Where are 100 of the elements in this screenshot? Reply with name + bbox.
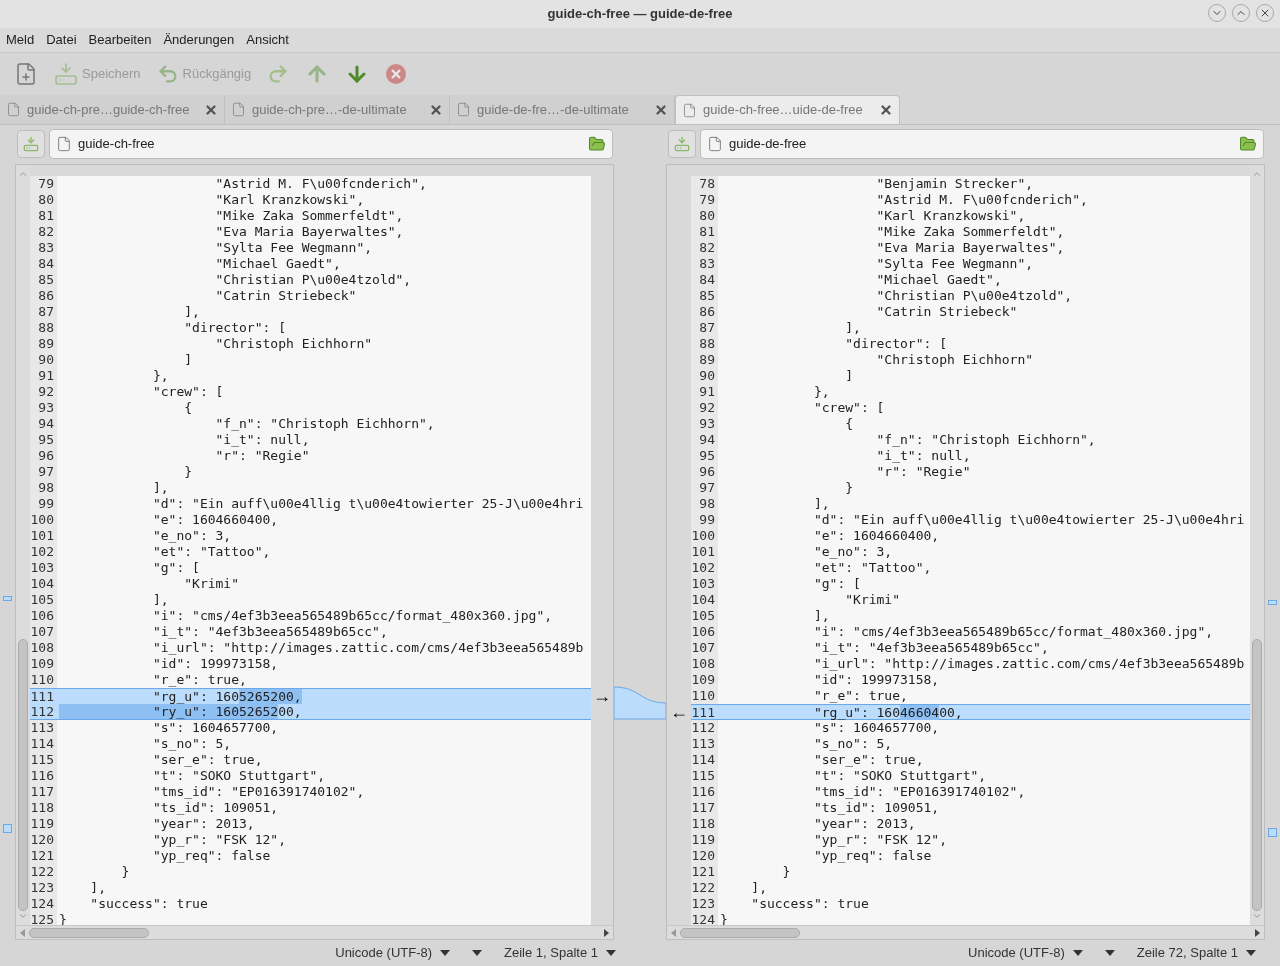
document-icon [707,135,723,152]
line-number: 123 [691,896,718,912]
change-marker[interactable] [1268,828,1277,837]
close-tab-icon[interactable] [879,103,893,117]
code-line: ], [89,880,106,896]
new-file-icon [14,62,38,86]
scroll-down-icon[interactable] [1252,911,1262,921]
line-number: 82 [30,224,57,240]
folder-icon[interactable] [1239,134,1257,153]
line-number: 122 [691,880,718,896]
close-tab-icon[interactable] [429,102,443,117]
code-line: "Christian P\u00e4tzold", [214,272,412,288]
code-line: "e": 1604660400, [812,528,940,544]
line-number: 86 [691,304,718,320]
caret-icon [606,950,616,956]
menu-item[interactable]: Meld [6,30,35,50]
line-number: 84 [30,256,57,272]
menu-item[interactable]: Datei [46,30,77,50]
change-marker[interactable] [3,596,12,601]
line-number: 111 [30,689,55,704]
scrollbar-thumb[interactable] [1252,639,1262,911]
code-line: "rg_u": 1604660400, [812,705,963,719]
line-number: 91 [691,384,718,400]
merge-right-arrow[interactable]: → [593,688,611,704]
line-number: 88 [30,320,57,336]
code-line: "Mike Zaka Sommerfeldt", [875,224,1065,240]
line-number: 100 [691,528,718,544]
code-line: "ts_id": 109051, [151,800,279,816]
code-line: "i_t": null, [875,448,971,464]
code-line: { [183,400,193,416]
file-path-field[interactable]: guide-ch-free [49,128,613,159]
scroll-left-icon[interactable] [671,928,676,937]
encoding-dropdown[interactable]: Unicode (UTF-8) [335,943,451,963]
change-marker[interactable] [3,824,12,833]
scrollbar-thumb[interactable] [29,927,149,938]
code-line: "crew": [ [812,400,885,416]
horizontal-scrollbar[interactable] [667,925,1264,939]
code-line: "r": "Regie" [875,464,971,480]
line-number: 87 [691,320,718,336]
scroll-up-icon[interactable] [18,169,28,179]
cursor-position-dropdown[interactable]: Zeile 1, Spalte 1 [504,943,616,963]
code-line: "d": "Ein auff\u00e4llig t\u00e4towierter 25-J\u00e4hri [151,496,584,512]
horizontal-scrollbar[interactable] [16,925,613,939]
code-line: "id": 199973158, [812,672,940,688]
code-line: "et": "Tattoo", [812,560,932,576]
save-icon [674,135,690,152]
code-line: "year": 2013, [151,816,255,832]
line-number: 85 [30,272,57,288]
line-number: 105 [691,608,718,624]
line-number: 102 [30,544,57,560]
line-number: 106 [691,624,718,640]
code-line: "ts_id": 109051, [812,800,940,816]
code-line: "yp_r": "FSK 12", [151,832,286,848]
line-number: 103 [691,576,718,592]
menu-item[interactable]: Änderungen [163,30,235,50]
line-number: 107 [691,640,718,656]
file-path-field[interactable]: guide-de-free [700,128,1264,159]
tab[interactable]: guide-ch-free…uide-de-free [675,95,900,124]
scrollbar-thumb[interactable] [680,927,800,938]
line-number: 83 [691,256,718,272]
code-line: "Karl Kranzkowski", [214,192,365,208]
scroll-up-icon[interactable] [1252,169,1262,179]
change-marker[interactable] [1268,600,1277,605]
scroll-left-icon[interactable] [20,928,25,937]
dropdown-button[interactable] [472,950,483,956]
folder-icon[interactable] [588,134,606,153]
document-icon [6,102,21,117]
code-line: "Eva Maria Bayerwaltes", [875,240,1065,256]
code-line: "r_e": true, [151,672,247,688]
save-file-button[interactable] [668,129,696,158]
line-number: 118 [30,800,57,816]
scrollbar-thumb[interactable] [18,639,28,911]
merge-left-arrow[interactable]: ← [670,704,688,720]
save-file-button[interactable] [17,129,45,158]
close-tab-icon[interactable] [654,102,668,117]
close-tab-icon[interactable] [204,102,218,117]
diff-link-drawing [614,686,666,720]
dropdown-button[interactable] [1104,950,1115,956]
code-line: "i_t": "4ef3b3eea565489b65cc", [151,624,388,640]
line-number: 104 [30,576,57,592]
line-number: 98 [30,480,57,496]
code-line: "i_t": "4ef3b3eea565489b65cc", [812,640,1049,656]
code-line: "Michael Gaedt", [214,256,341,272]
encoding-dropdown[interactable]: Unicode (UTF-8) [968,943,1083,963]
menu-item[interactable]: Bearbeiten [88,30,152,50]
line-number: 114 [30,736,57,752]
line-number: 124 [30,896,57,912]
line-number: 113 [691,736,718,752]
menu-item[interactable]: Ansicht [246,30,289,50]
scroll-right-icon[interactable] [604,928,609,937]
line-number: 80 [691,208,718,224]
code-line: "Astrid M. F\u00fcnderich", [214,176,427,192]
scroll-right-icon[interactable] [1255,928,1260,937]
code-line: "g": [ [151,560,200,576]
scroll-down-icon[interactable] [18,911,28,921]
line-number: 85 [691,288,718,304]
cursor-position-dropdown[interactable]: Zeile 72, Spalte 1 [1136,943,1256,963]
line-number: 104 [691,592,718,608]
line-number: 91 [30,368,57,384]
code-line: "Michael Gaedt", [875,272,1002,288]
